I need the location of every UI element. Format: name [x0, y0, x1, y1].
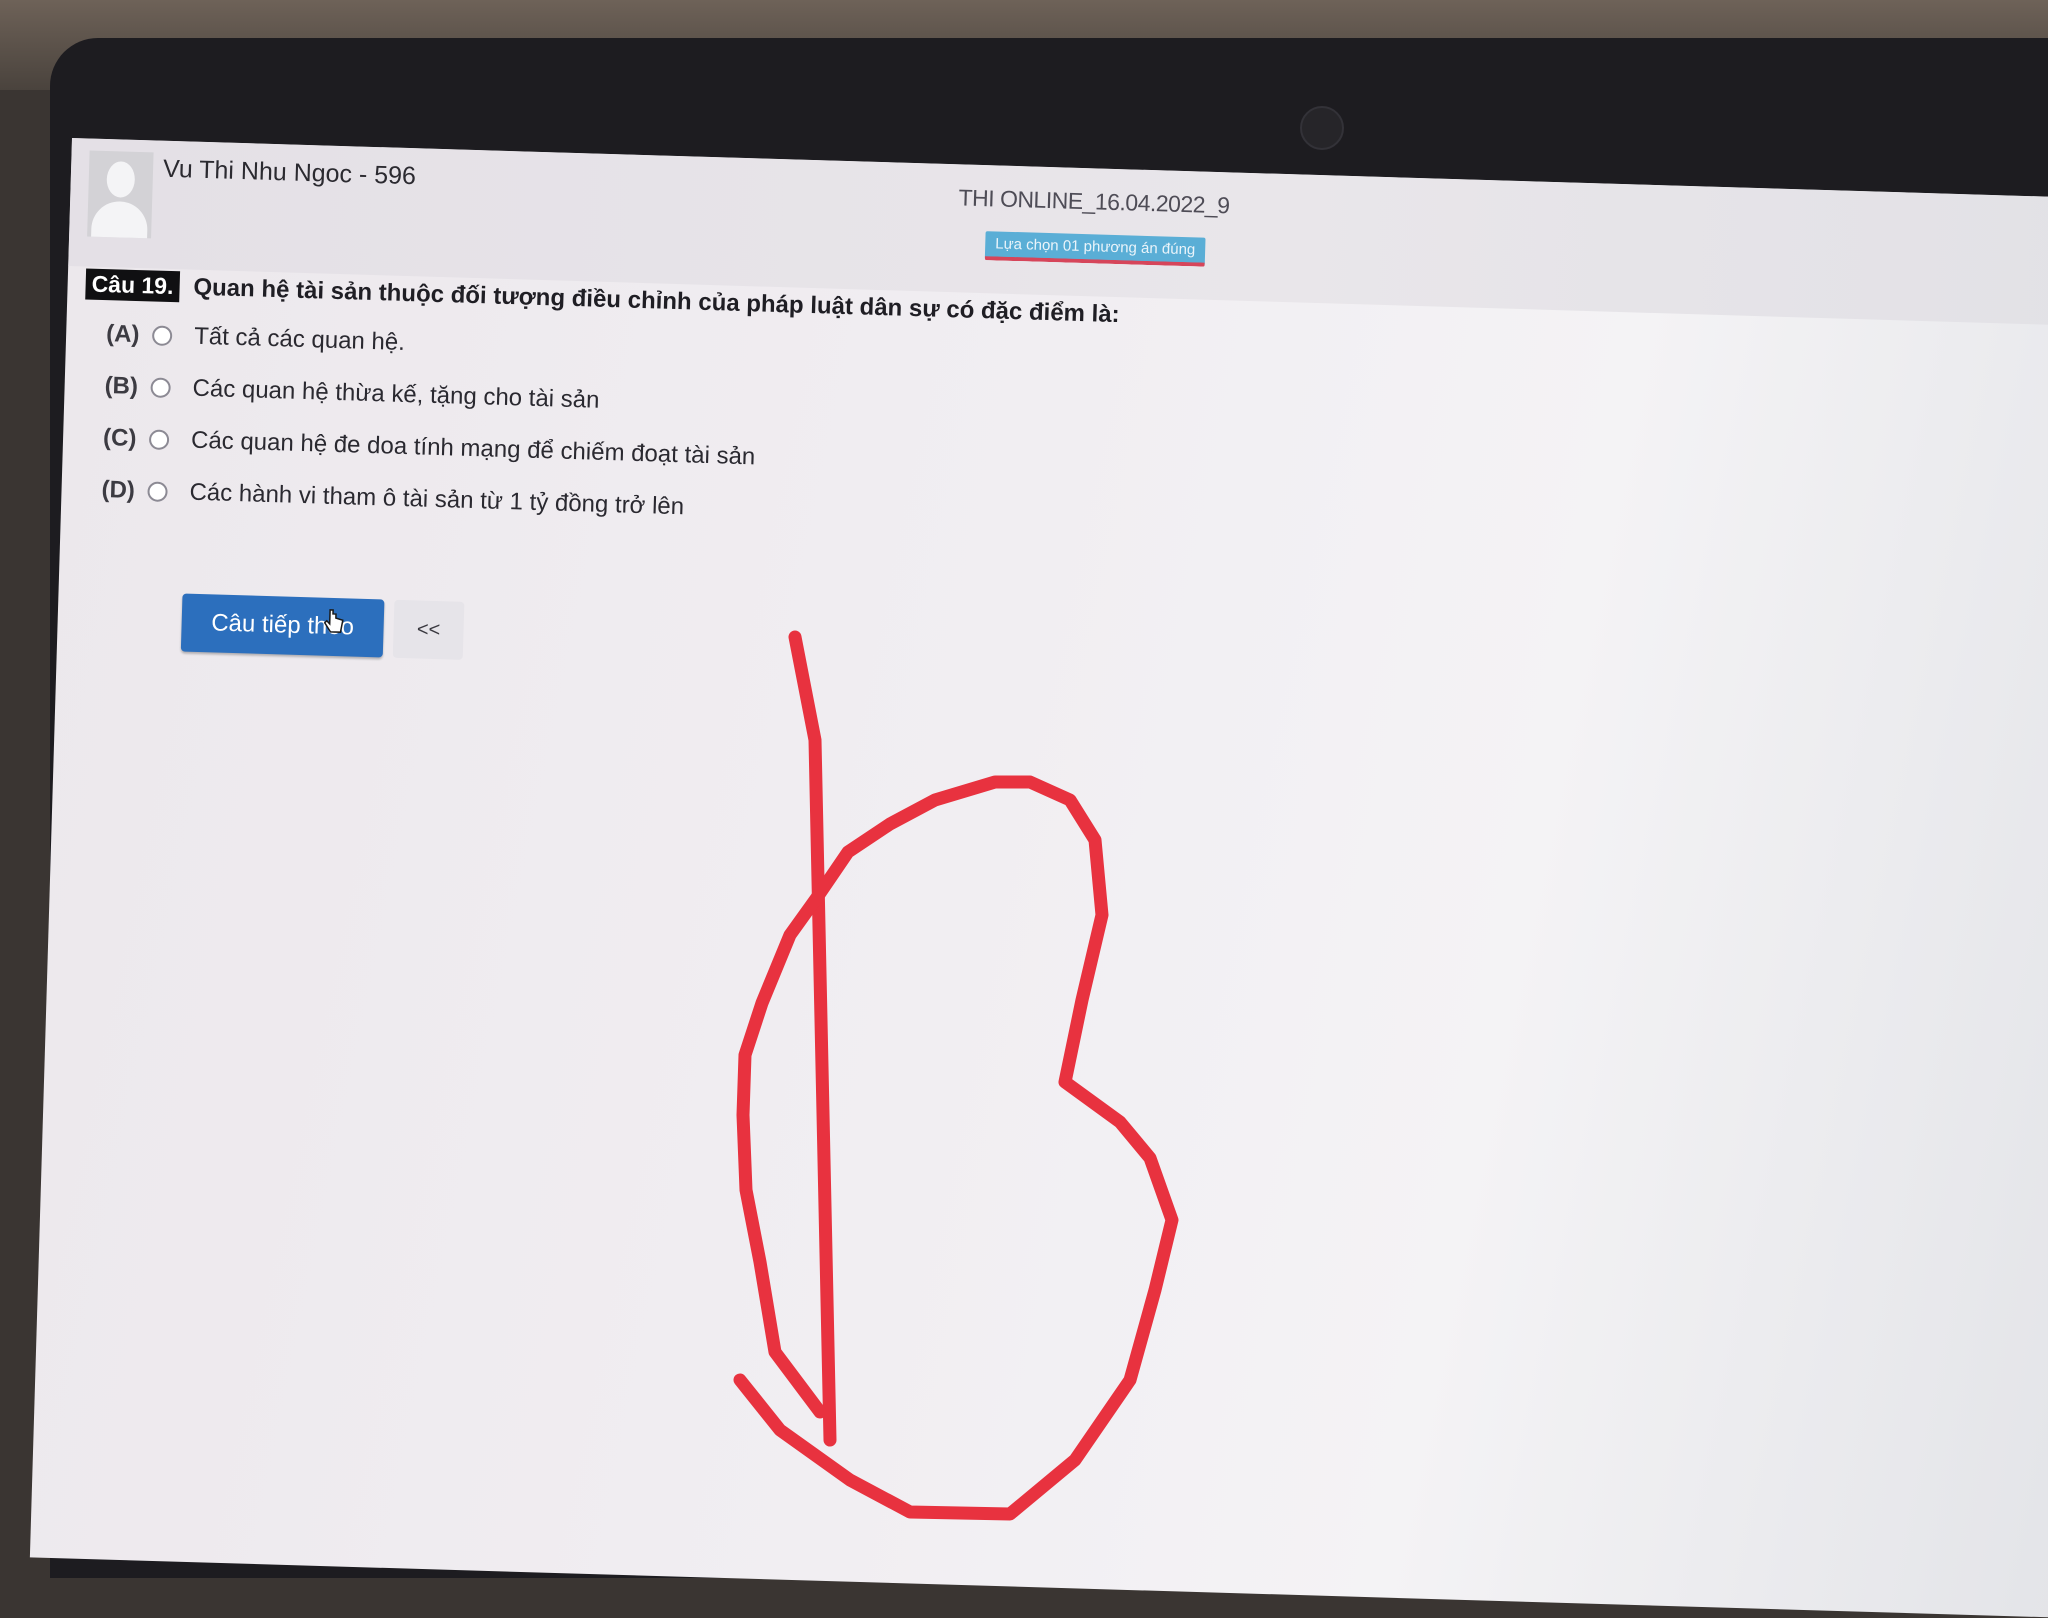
handwritten-b-bowl: [733, 775, 1179, 1521]
handwritten-b-stem: [788, 630, 837, 1447]
handwritten-b-annotation: [733, 630, 1179, 1521]
